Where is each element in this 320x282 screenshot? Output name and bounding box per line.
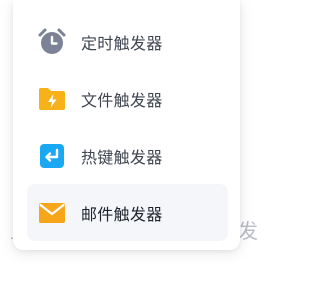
trigger-type-dropdown-menu: 定时触发器 文件触发器 热键触发器 邮件触发器	[13, 0, 240, 250]
alarm-clock-icon	[36, 26, 68, 58]
menu-item-label: 定时触发器	[81, 33, 163, 53]
hotkey-enter-icon	[36, 140, 68, 172]
background-partial-text-right: 发	[238, 219, 258, 243]
menu-item-label: 文件触发器	[81, 90, 163, 110]
menu-item-hotkey-trigger[interactable]: 热键触发器	[27, 127, 228, 184]
menu-item-file-trigger[interactable]: 文件触发器	[27, 70, 228, 127]
menu-item-email-trigger[interactable]: 邮件触发器	[27, 184, 228, 241]
folder-lightning-icon	[36, 83, 68, 115]
menu-item-label: 邮件触发器	[81, 204, 163, 224]
menu-item-timer-trigger[interactable]: 定时触发器	[27, 13, 228, 70]
envelope-icon	[36, 197, 68, 229]
menu-item-label: 热键触发器	[81, 147, 163, 167]
